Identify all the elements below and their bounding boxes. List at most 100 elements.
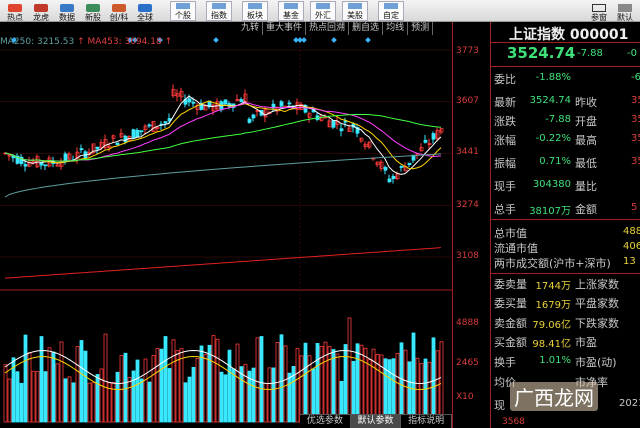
volume-bar <box>283 345 288 423</box>
quote-value: 304380 <box>532 179 571 190</box>
toolbar-tab[interactable]: 自定 <box>378 1 404 21</box>
divider <box>491 219 640 220</box>
candle-body <box>251 114 256 119</box>
globe-icon <box>138 4 152 12</box>
volume-bar <box>219 371 224 423</box>
volume-bar <box>231 368 236 423</box>
quote-label-secondary: 上涨家数 <box>575 278 619 291</box>
event-marker-icon <box>213 37 219 43</box>
quote-value: 1679万 <box>535 300 571 311</box>
volume-bar <box>163 336 168 423</box>
reference-window-button[interactable]: 参窗 <box>586 0 612 22</box>
volume-tick-label: 4888 <box>456 318 479 328</box>
divider <box>491 66 640 67</box>
reset-icon <box>618 4 632 12</box>
toolbar-tab[interactable]: 美股 <box>342 1 368 21</box>
volume-bar <box>139 378 144 423</box>
toolbar-button[interactable]: 新股 <box>80 0 106 22</box>
indicator-tab[interactable]: 默认参数 <box>350 415 402 428</box>
volume-bar <box>315 343 320 423</box>
volume-bar <box>203 354 208 423</box>
toolbar-button[interactable]: 数据 <box>54 0 80 22</box>
candle-body <box>339 128 344 132</box>
quote-row: 现手 304380 量比 <box>491 176 640 195</box>
volume-bar <box>111 381 116 423</box>
toolbar-button[interactable]: 龙虎 <box>28 0 54 22</box>
volume-bar <box>211 335 216 423</box>
ma-legend: MA250: 3215.53 ↑ MA453: 3094.18 ↑ <box>0 37 172 48</box>
volume-bar <box>67 376 72 423</box>
toolbar-tab[interactable]: 板块 <box>242 1 268 21</box>
toolbar-button[interactable]: 创/科 <box>106 0 132 22</box>
quote-row: 换手 1.01% 市盈(动) <box>491 352 640 371</box>
kline-chart-panel[interactable] <box>0 22 452 428</box>
quote-value: 3524.74 <box>529 95 571 106</box>
volume-bar <box>271 367 276 423</box>
toolbar-button[interactable]: 热点 <box>2 0 28 22</box>
chart-tool-tab[interactable]: 预测 <box>408 22 434 35</box>
volume-unit-label: X10 <box>456 392 474 402</box>
chart-tool-tab[interactable]: 均线 <box>383 22 409 35</box>
quote-edge-value: 35 <box>631 133 640 144</box>
tiger-icon <box>34 4 48 12</box>
candle-body <box>223 99 228 105</box>
volume-bar <box>195 358 200 423</box>
volume-bar <box>183 382 188 423</box>
volume-bar <box>251 367 256 423</box>
candle-body <box>423 139 428 143</box>
volume-bar <box>363 347 368 423</box>
volume-bar <box>23 334 28 423</box>
quote-label: 振幅 <box>494 157 516 170</box>
volume-bar <box>415 357 420 423</box>
quote-label-secondary: 昨收 <box>575 96 597 109</box>
toolbar-tab[interactable]: 基金 <box>278 1 304 21</box>
price-change-edge: -0 <box>627 48 637 59</box>
volume-bar <box>223 374 228 423</box>
quote-label: 卖金额 <box>494 317 527 330</box>
quote-edge-value: 35 <box>631 156 640 167</box>
quote-label: 买金额 <box>494 336 527 349</box>
quote-label: 换手 <box>494 356 516 369</box>
flame-icon <box>8 4 22 12</box>
volume-bar <box>131 370 136 423</box>
y-tick-label: 3441 <box>456 147 479 157</box>
quote-edge-value: 5 <box>631 202 638 213</box>
kline-chart[interactable] <box>0 22 452 428</box>
volume-bar <box>347 317 352 423</box>
quote-label: 总手 <box>494 203 516 216</box>
indicator-tab[interactable]: 优选参数 <box>300 415 351 428</box>
toolbar-button[interactable]: 全球 <box>132 0 158 22</box>
ma20-line <box>4 102 442 162</box>
quote-value: 1.01% <box>539 355 571 366</box>
volume-bar <box>335 353 340 423</box>
volume-bar <box>83 350 88 423</box>
quote-row: 委卖量 1744万 上涨家数 <box>491 274 640 293</box>
quote-value: 1744万 <box>535 281 571 292</box>
candle-body <box>79 148 84 151</box>
ma453-line <box>4 247 442 279</box>
chart-tool-tab[interactable]: 九转 <box>238 22 264 35</box>
chart-tool-tab[interactable]: 重大事件 <box>263 22 307 35</box>
indicator-tab[interactable]: 指标说明 <box>401 415 453 428</box>
volume-bar <box>135 359 140 423</box>
tab-icon <box>316 3 330 9</box>
quote-row: 最新 3524.74 昨收 35 <box>491 92 640 111</box>
quote-row: 买金额 98.41亿 市盈 <box>491 332 640 351</box>
quote-value: -0.22% <box>535 133 571 144</box>
chart-tool-tab[interactable]: 热点回溯 <box>306 22 350 35</box>
volume-bar <box>31 370 36 423</box>
quote-label-secondary: 市盈 <box>575 336 597 349</box>
toolbar-tab[interactable]: 个股 <box>170 1 196 21</box>
chart-tool-tab[interactable]: 删自选 <box>349 22 384 35</box>
default-button[interactable]: 默认 <box>612 0 638 22</box>
toolbar-tab[interactable]: 外汇 <box>310 1 336 21</box>
volume-bar <box>435 350 440 423</box>
toolbar-tab[interactable]: 指数 <box>206 1 232 21</box>
divider <box>491 42 640 43</box>
volume-tick-label: 2465 <box>456 358 479 368</box>
ma453-legend: MA453: 3094.18 <box>87 37 162 47</box>
volume-bar <box>3 364 8 423</box>
chart-tool-tabs: 九转 重大事件 热点回溯 删自选 均线 预测 <box>238 22 434 35</box>
volume-bar <box>59 341 64 423</box>
volume-bar <box>87 382 92 423</box>
